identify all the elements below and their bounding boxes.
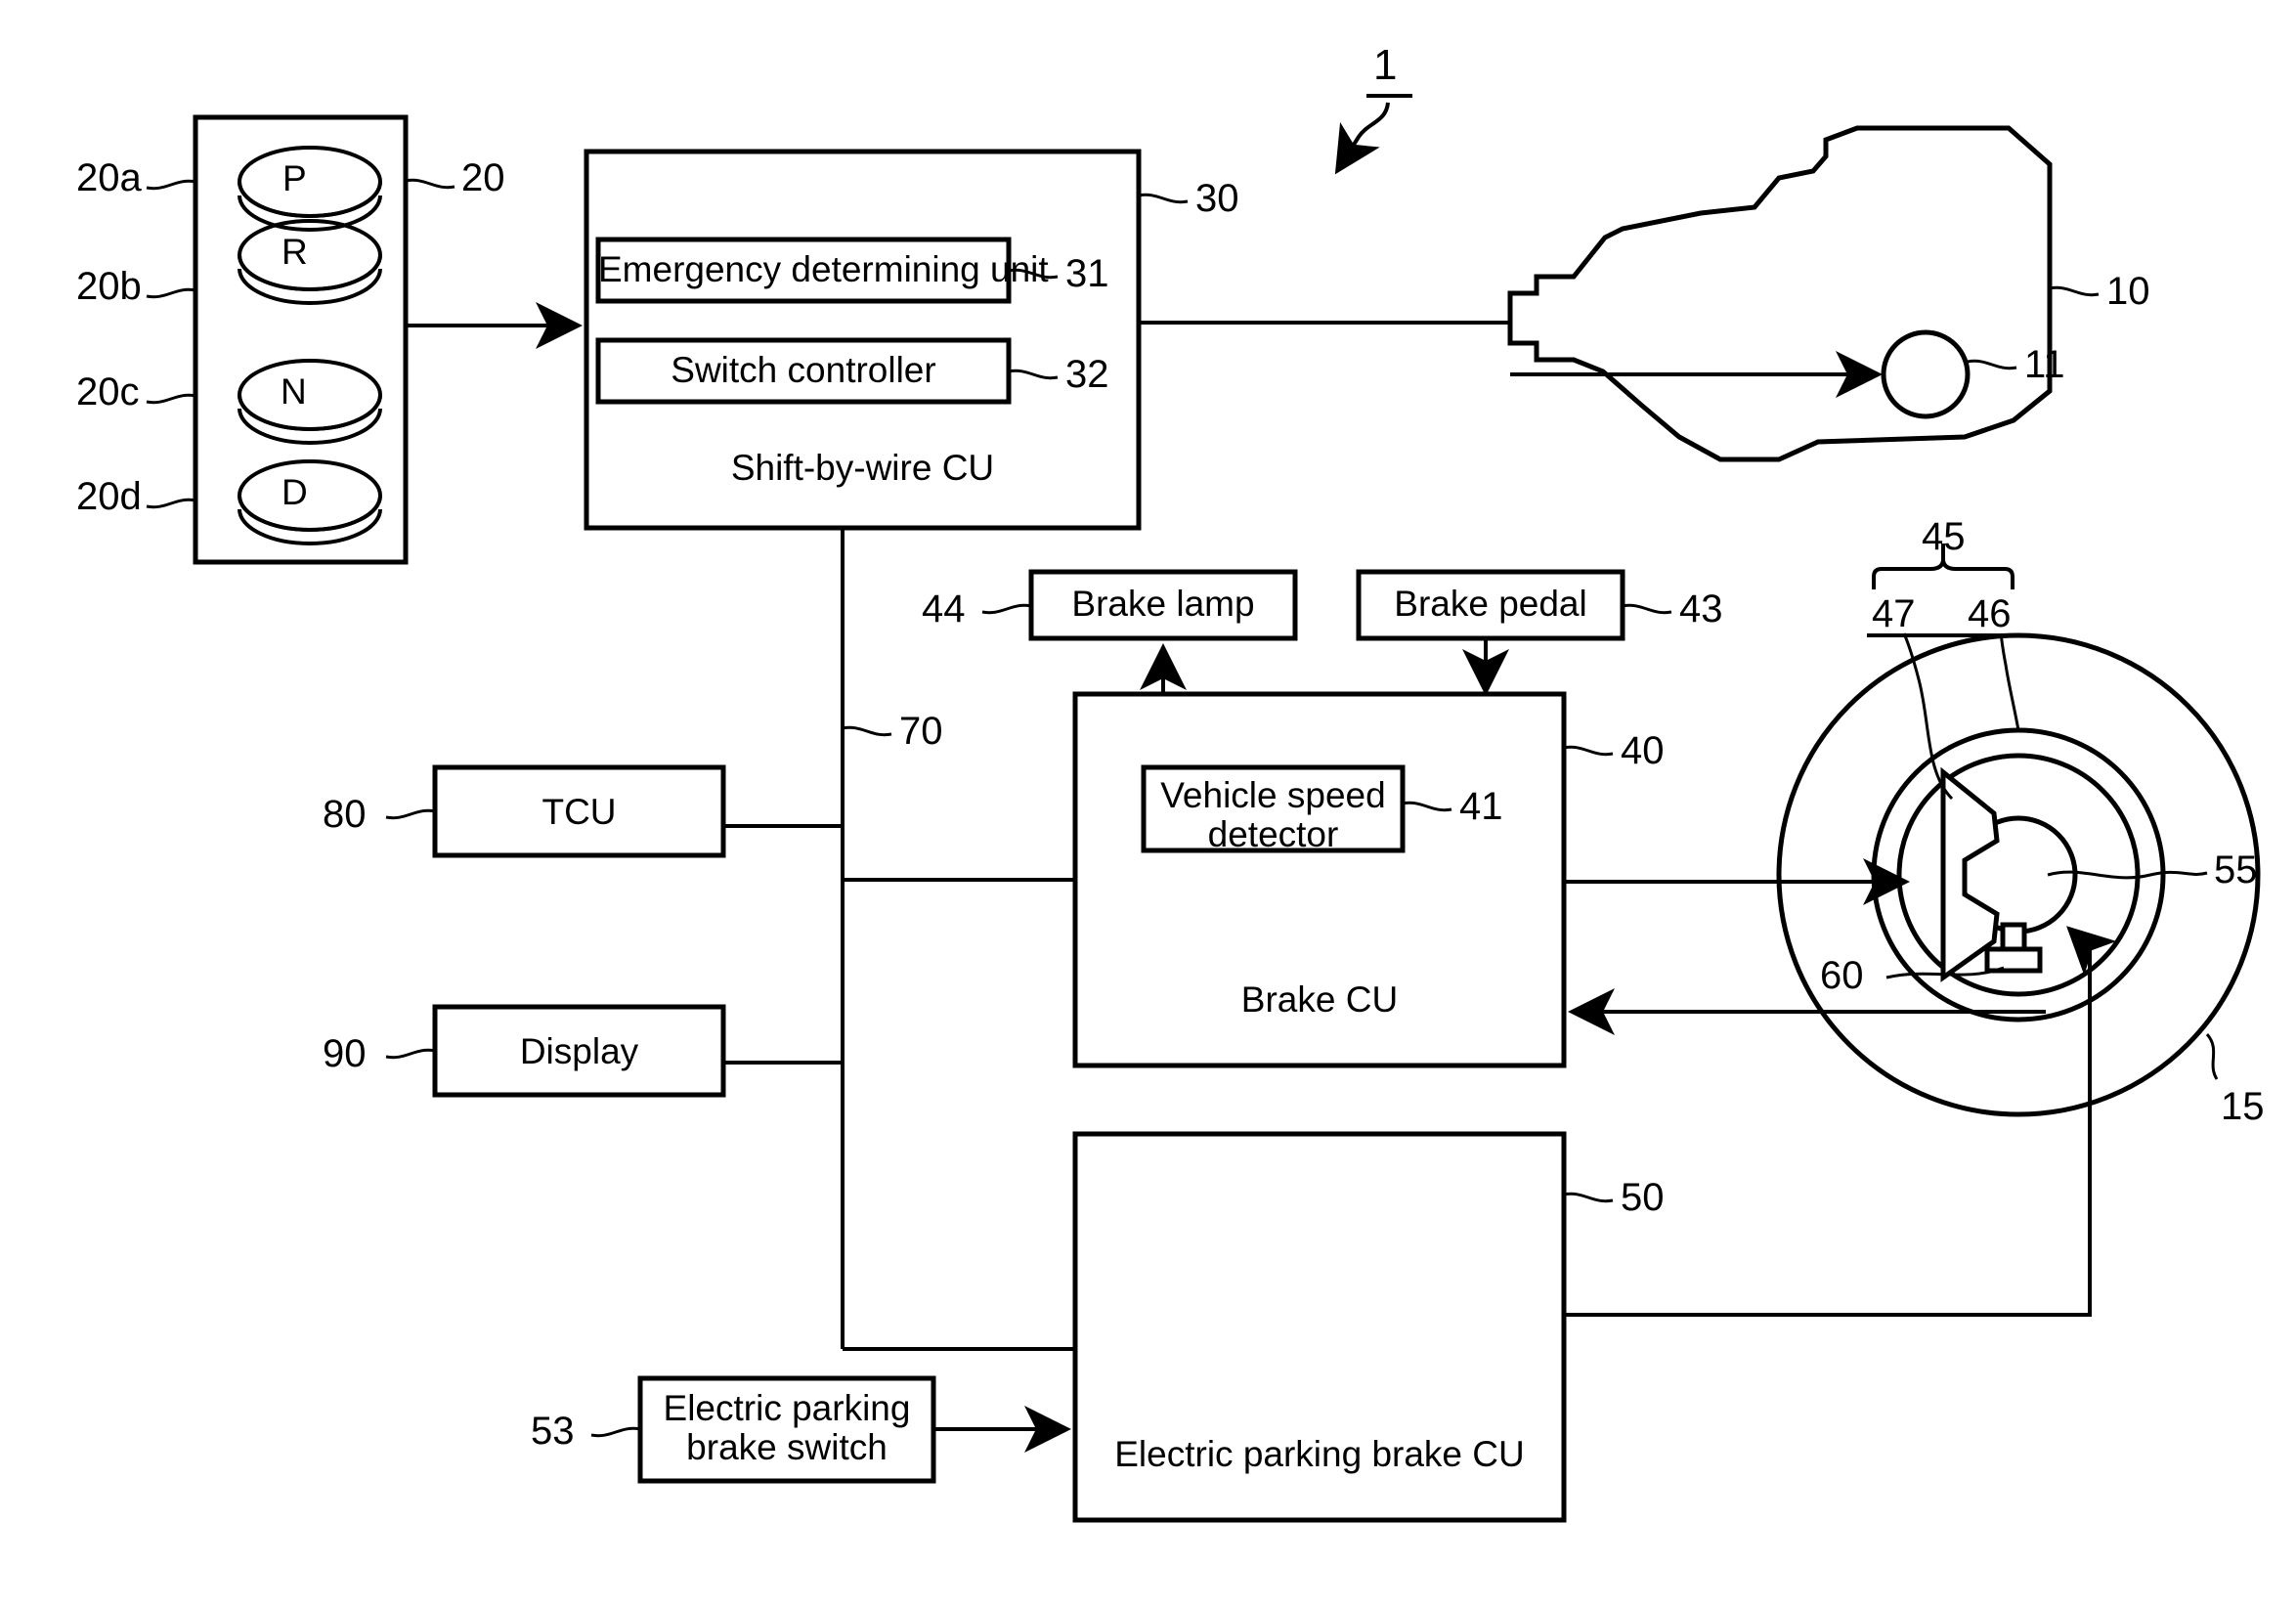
line-epbcu-to-wheel: [1564, 948, 2092, 1317]
leader-43: [1622, 603, 1672, 615]
vehicle-speed-detector-label: Vehicle speed detector: [1144, 776, 1403, 854]
ref-20a: 20a: [76, 156, 142, 199]
leader-53: [590, 1426, 641, 1438]
ref-20b: 20b: [76, 265, 142, 308]
leader-20a: [146, 179, 196, 191]
ref-53: 53: [531, 1410, 575, 1453]
ref-43: 43: [1679, 587, 1723, 631]
brake-rotor-outer-circle: [1871, 727, 2166, 1022]
ref-47: 47: [1872, 592, 1916, 635]
emergency-determining-unit-label: Emergency determining unit: [598, 249, 1049, 289]
vehicle-speed-detector-label-line1: Vehicle speed: [1160, 775, 1386, 815]
arrow-epb-up-to-actuator: [2066, 926, 2117, 976]
shift-button-label-p[interactable]: P: [282, 158, 307, 199]
leader-44: [981, 603, 1032, 615]
shift-by-wire-cu-title: Shift-by-wire CU: [730, 448, 995, 488]
ref-80: 80: [323, 793, 367, 836]
shift-button-label-d[interactable]: D: [282, 472, 308, 513]
ref-40: 40: [1621, 729, 1665, 772]
leader-40: [1563, 745, 1614, 757]
brake-lamp-label: Brake lamp: [1071, 584, 1255, 624]
ref-30: 30: [1195, 177, 1239, 220]
leader-32: [1008, 369, 1059, 380]
ref-70: 70: [899, 710, 943, 753]
leader-90: [385, 1048, 436, 1060]
figure-reference-number: 1: [1373, 41, 1398, 89]
patent-figure-canvas: 20a 20b 20c 20d 20 P R N D 1 Emergency d…: [0, 0, 2296, 1609]
figure-ref-arrow: [1334, 102, 1390, 175]
leader-20c: [146, 393, 196, 405]
parking-actuator-upper: [2000, 922, 2027, 952]
ref-90: 90: [323, 1032, 367, 1075]
shift-button-label-r[interactable]: R: [282, 232, 308, 273]
leader-20: [405, 178, 455, 190]
leader-50: [1563, 1192, 1614, 1203]
leader-20b: [146, 287, 196, 299]
shift-button-N: [238, 359, 382, 445]
shift-button-label-n[interactable]: N: [281, 371, 307, 413]
ref-41: 41: [1459, 785, 1503, 828]
ref-44: 44: [922, 587, 966, 631]
epb-switch-label-line2: brake switch: [686, 1427, 888, 1467]
leader-15: [2205, 1033, 2219, 1080]
transmission-outline: [1507, 125, 2053, 462]
ref-20: 20: [461, 156, 505, 199]
tcu-label: TCU: [542, 792, 617, 832]
brake-pedal-label: Brake pedal: [1394, 584, 1587, 624]
shift-button-D: [238, 459, 382, 545]
leader-80: [385, 808, 436, 820]
electric-parking-brake-cu-title: Electric parking brake CU: [1114, 1434, 1525, 1474]
brake-cu-title: Brake CU: [1240, 979, 1399, 1020]
leader-46: [1999, 632, 2020, 731]
ref-50: 50: [1621, 1176, 1665, 1219]
ref-20d: 20d: [76, 475, 142, 518]
ref-45: 45: [1922, 515, 1966, 558]
display-label: Display: [519, 1031, 639, 1071]
ref-20c: 20c: [76, 370, 140, 413]
shift-button-R: [238, 219, 382, 305]
leader-70: [842, 725, 892, 737]
leader-41: [1402, 801, 1452, 812]
leader-20d: [146, 498, 196, 509]
ref-60: 60: [1820, 954, 1864, 997]
ref-11: 11: [2024, 343, 2065, 386]
leader-10: [2049, 285, 2100, 297]
epb-switch-label-line1: Electric parking: [663, 1388, 911, 1428]
ref-10: 10: [2106, 270, 2150, 313]
leader-30: [1138, 193, 1189, 204]
vehicle-speed-detector-label-line2: detector: [1207, 814, 1339, 854]
leader-55: [2047, 870, 2208, 880]
shift-button-P: [238, 146, 382, 232]
switch-controller-label: Switch controller: [671, 350, 936, 390]
ref-31: 31: [1065, 252, 1109, 295]
electric-parking-brake-switch-label: Electric parking brake switch: [640, 1389, 933, 1467]
ref-15: 15: [2221, 1085, 2265, 1128]
brace-45: [1872, 558, 2014, 589]
ref-55: 55: [2214, 848, 2258, 891]
transmission-actuator-circle: [1881, 329, 1971, 419]
parking-actuator-lower: [1984, 946, 2043, 974]
ref-32: 32: [1065, 353, 1109, 396]
ref-46: 46: [1968, 592, 2012, 635]
leader-11: [1967, 359, 2017, 370]
